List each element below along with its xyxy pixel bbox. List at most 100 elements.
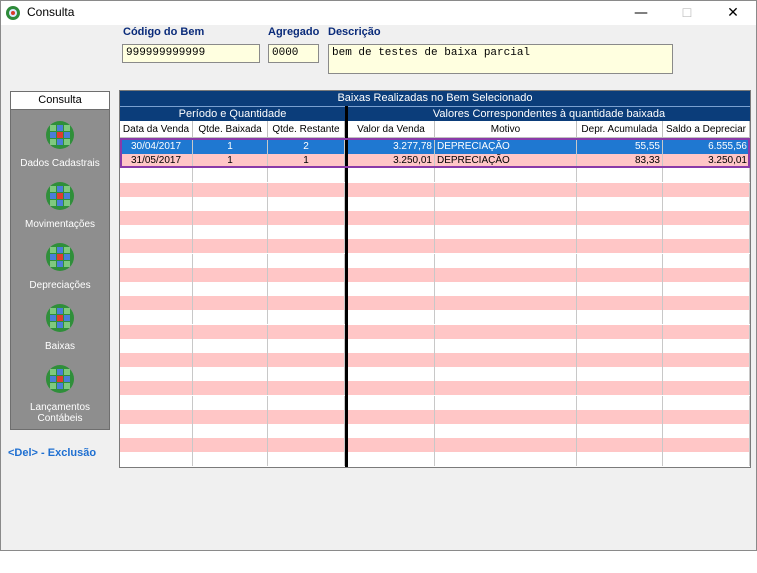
table-cell — [577, 324, 663, 339]
tab-consulta[interactable]: Consulta — [11, 92, 109, 110]
table-row[interactable] — [120, 324, 750, 339]
table-row[interactable] — [120, 310, 750, 325]
table-cell — [268, 253, 345, 268]
table-cell — [348, 225, 435, 240]
table-cell — [120, 239, 193, 254]
agregado-label: Agregado — [268, 26, 320, 38]
codigo-field[interactable]: 999999999999 — [122, 44, 260, 63]
column-header[interactable]: Saldo a Depreciar — [663, 121, 750, 138]
column-header[interactable]: Motivo — [435, 121, 577, 138]
table-row[interactable]: 31/05/2017 1 1 3.250,01 DEPRECIAÇÃO 83,33 3.25… — [120, 154, 750, 169]
table-cell: 1 — [193, 140, 268, 154]
app-icon — [6, 6, 20, 20]
table-cell — [435, 267, 577, 282]
table-cell — [120, 211, 193, 225]
sidebar-item-label: Lançamentos Contábeis — [29, 402, 91, 424]
table-row[interactable] — [120, 168, 750, 183]
table-cell — [663, 282, 750, 296]
table-cell — [268, 338, 345, 353]
table-cell — [435, 239, 577, 254]
sidebar-item-2[interactable]: Depreciações — [11, 242, 109, 291]
table-cell — [663, 196, 750, 211]
table-cell — [120, 367, 193, 382]
table-cell — [120, 267, 193, 282]
table-cell — [268, 424, 345, 438]
table-cell — [435, 211, 577, 225]
table-cell: 55,55 — [577, 140, 663, 154]
consulta-window: Consulta — ☐ ✕ Código do Bem 99999999999… — [0, 0, 757, 551]
table-cell — [348, 353, 435, 367]
table-cell — [120, 338, 193, 353]
table-row[interactable] — [120, 395, 750, 410]
table-cell — [120, 296, 193, 311]
table-row[interactable] — [120, 253, 750, 268]
table-cell — [663, 267, 750, 282]
table-row[interactable] — [120, 239, 750, 254]
table-cell — [120, 253, 193, 268]
sidebar-item-0[interactable]: Dados Cadastrais — [11, 120, 109, 169]
table-row[interactable] — [120, 296, 750, 311]
table-cell — [193, 282, 268, 296]
table-row[interactable] — [120, 381, 750, 396]
table-cell — [268, 225, 345, 240]
table-cell — [348, 296, 435, 311]
column-header[interactable]: Data da Venda — [120, 121, 193, 138]
table-row[interactable] — [120, 225, 750, 240]
descricao-field[interactable]: bem de testes de baixa parcial — [328, 44, 673, 74]
table-row[interactable] — [120, 282, 750, 296]
table-row[interactable] — [120, 267, 750, 282]
column-header[interactable]: Valor da Venda — [348, 121, 435, 138]
table-cell — [663, 452, 750, 467]
table-row[interactable] — [120, 409, 750, 424]
sidebar-item-4[interactable]: Lançamentos Contábeis — [11, 364, 109, 424]
table-cell — [663, 168, 750, 183]
sidebar-item-1[interactable]: Movimentações — [11, 181, 109, 230]
table-cell — [435, 381, 577, 396]
table-row[interactable] — [120, 438, 750, 453]
table-row[interactable] — [120, 353, 750, 367]
table-cell — [663, 438, 750, 453]
table-row[interactable] — [120, 452, 750, 467]
table-cell — [577, 282, 663, 296]
group-header-valores: Valores Correspondentes à quantidade bai… — [348, 106, 750, 121]
codigo-label: Código do Bem — [123, 26, 205, 38]
table-cell — [193, 452, 268, 467]
table-cell — [268, 409, 345, 424]
table-cell — [268, 296, 345, 311]
table-cell — [268, 324, 345, 339]
table-cell — [663, 239, 750, 254]
table-cell — [120, 324, 193, 339]
table-row[interactable] — [120, 424, 750, 438]
table-cell — [435, 282, 577, 296]
table-cell — [663, 225, 750, 240]
table-cell — [193, 182, 268, 197]
table-cell — [268, 282, 345, 296]
column-header[interactable]: Depr. Acumulada — [577, 121, 663, 138]
table-cell: 2 — [268, 140, 345, 154]
table-row[interactable] — [120, 182, 750, 197]
table-cell — [268, 211, 345, 225]
maximize-button[interactable]: ☐ — [664, 1, 710, 25]
column-header[interactable]: Qtde. Restante — [268, 121, 345, 138]
table-cell — [348, 395, 435, 410]
close-button[interactable]: ✕ — [710, 1, 756, 25]
table-cell — [435, 324, 577, 339]
table-row[interactable] — [120, 196, 750, 211]
table-cell — [435, 310, 577, 325]
table-cell — [193, 211, 268, 225]
table-cell — [577, 225, 663, 240]
column-header[interactable]: Qtde. Baixada — [193, 121, 268, 138]
table-cell — [663, 338, 750, 353]
delete-hint: <Del> - Exclusão — [8, 447, 97, 459]
minimize-button[interactable]: — — [618, 1, 664, 25]
table-cell — [120, 282, 193, 296]
table-row[interactable] — [120, 211, 750, 225]
agregado-field[interactable]: 0000 — [268, 44, 319, 63]
table-row[interactable] — [120, 338, 750, 353]
table-cell — [120, 381, 193, 396]
sidebar-item-3[interactable]: Baixas — [11, 303, 109, 352]
table-row[interactable] — [120, 367, 750, 382]
table-cell — [348, 239, 435, 254]
table-cell — [193, 196, 268, 211]
table-row[interactable]: 30/04/2017 1 2 3.277,78 DEPRECIAÇÃO 55,55 6.55… — [120, 140, 750, 154]
